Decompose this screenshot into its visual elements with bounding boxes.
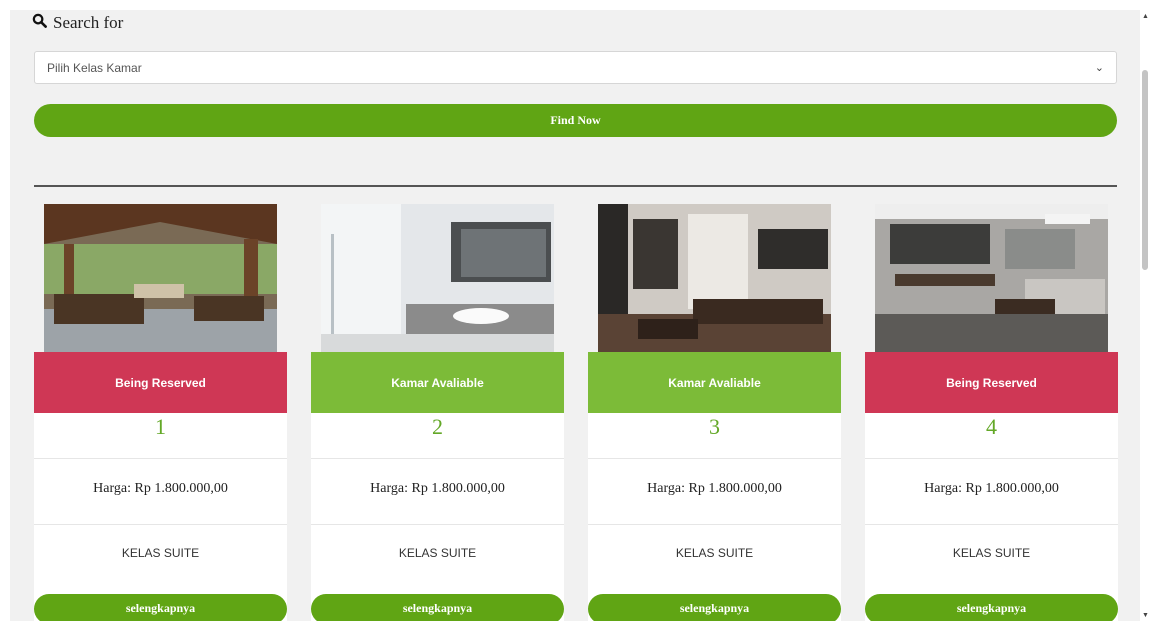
room-number: 2	[311, 413, 564, 459]
scrollbar[interactable]: ▲ ▼	[1140, 10, 1150, 621]
detail-button[interactable]: selengkapnya	[588, 594, 841, 621]
detail-button[interactable]: selengkapnya	[34, 594, 287, 621]
divider	[34, 185, 1117, 187]
room-card: Kamar Avaliable 2 Harga: Rp 1.800.000,00…	[311, 204, 564, 621]
search-heading: Search for	[32, 13, 123, 33]
room-class-select-value: Pilih Kelas Kamar	[47, 60, 142, 75]
find-now-button[interactable]: Find Now	[34, 104, 1117, 137]
room-class: KELAS SUITE	[121, 546, 200, 560]
room-status-badge: Being Reserved	[34, 352, 287, 413]
room-status-badge: Kamar Avaliable	[311, 352, 564, 413]
room-price: Harga: Rp 1.800.000,00	[865, 459, 1118, 525]
scroll-up-arrow-icon[interactable]: ▲	[1142, 12, 1149, 20]
detail-button[interactable]: selengkapnya	[865, 594, 1118, 621]
chevron-down-icon: ⌄	[1094, 62, 1104, 74]
scroll-down-arrow-icon[interactable]: ▼	[1142, 611, 1149, 619]
room-photo	[321, 204, 554, 352]
page: Search for Pilih Kelas Kamar ⌄ Find Now …	[10, 10, 1140, 621]
room-price: Harga: Rp 1.800.000,00	[588, 459, 841, 525]
room-status-badge: Being Reserved	[865, 352, 1118, 413]
search-label: Search for	[53, 13, 124, 32]
room-class: KELAS SUITE	[952, 546, 1031, 560]
detail-button[interactable]: selengkapnya	[311, 594, 564, 621]
search-icon	[32, 13, 47, 33]
room-photo	[598, 204, 831, 352]
room-class: KELAS SUITE	[675, 546, 754, 560]
room-number: 4	[865, 413, 1118, 459]
room-photo	[875, 204, 1108, 352]
room-number: 3	[588, 413, 841, 459]
room-class-select[interactable]: Pilih Kelas Kamar ⌄	[34, 51, 1117, 84]
room-card: Being Reserved 1 Harga: Rp 1.800.000,00 …	[34, 204, 287, 621]
room-price: Harga: Rp 1.800.000,00	[311, 459, 564, 525]
room-price: Harga: Rp 1.800.000,00	[34, 459, 287, 525]
room-photo	[44, 204, 277, 352]
room-class: KELAS SUITE	[398, 546, 477, 560]
scrollbar-thumb[interactable]	[1142, 70, 1148, 270]
room-card: Kamar Avaliable 3 Harga: Rp 1.800.000,00…	[588, 204, 841, 621]
room-status-badge: Kamar Avaliable	[588, 352, 841, 413]
room-card: Being Reserved 4 Harga: Rp 1.800.000,00 …	[865, 204, 1118, 621]
room-number: 1	[34, 413, 287, 459]
